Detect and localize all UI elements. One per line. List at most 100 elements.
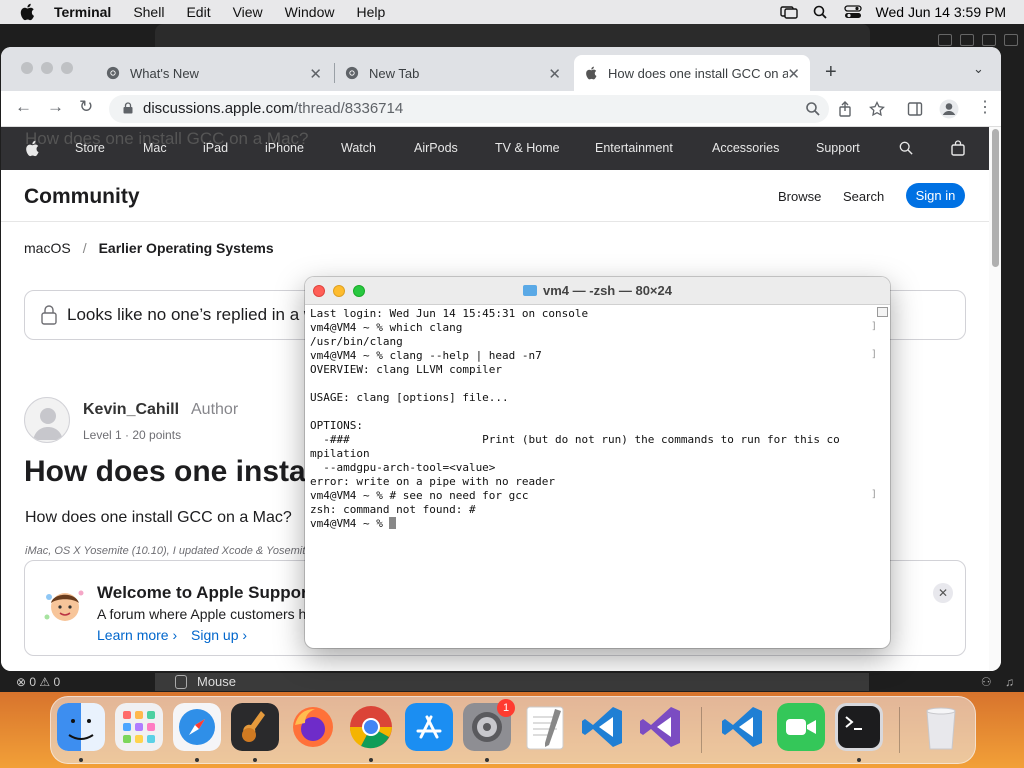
tab-search-button[interactable]: ⌄	[973, 61, 984, 77]
breadcrumb: macOS / Earlier Operating Systems	[24, 240, 274, 256]
background-mouse-tab[interactable]: Mouse	[155, 673, 869, 691]
menu-edit[interactable]: Edit	[186, 4, 210, 20]
zoom-search-icon[interactable]	[805, 101, 821, 117]
facetime-icon[interactable]	[777, 703, 825, 751]
window-minimize-button[interactable]	[41, 62, 53, 74]
nav-airpods[interactable]: AirPods	[414, 141, 458, 155]
garageband-icon[interactable]	[231, 703, 279, 751]
share-icon[interactable]	[837, 101, 853, 117]
dock-separator	[701, 707, 702, 753]
terminal-line: /usr/bin/clang	[310, 335, 403, 348]
launchpad-icon[interactable]	[115, 703, 163, 751]
chrome-favicon-icon	[345, 66, 359, 80]
nav-ipad[interactable]: iPad	[203, 141, 228, 155]
nav-support[interactable]: Support	[816, 141, 860, 155]
running-indicator	[253, 758, 257, 762]
url-text: discussions.apple.com/thread/8336714	[143, 100, 403, 117]
terminal-output[interactable]: Last login: Wed Jun 14 15:45:31 on conso…	[310, 307, 870, 645]
nav-watch[interactable]: Watch	[341, 141, 376, 155]
safari-icon[interactable]	[173, 703, 221, 751]
tab-gcc-thread[interactable]: How does one install GCC on a ✕	[574, 55, 810, 91]
tab-close-icon[interactable]: ✕	[309, 65, 322, 83]
vscode-recent-icon[interactable]	[719, 703, 767, 751]
menu-app-terminal[interactable]: Terminal	[54, 4, 111, 20]
terminal-title: vm4 — -zsh — 80×24	[305, 283, 890, 298]
page-scrollbar[interactable]	[989, 127, 1001, 671]
profile-avatar-icon[interactable]	[939, 99, 959, 119]
terminal-icon[interactable]	[835, 703, 883, 751]
reload-icon[interactable]: ↻	[79, 97, 93, 117]
lock-icon[interactable]	[123, 102, 133, 114]
window-close-button[interactable]	[21, 62, 33, 74]
spotlight-search-icon[interactable]	[812, 5, 830, 19]
kebab-menu-icon[interactable]: ⋮	[977, 97, 993, 117]
shopping-bag-icon[interactable]	[951, 140, 965, 156]
back-arrow-icon[interactable]: ←	[15, 97, 32, 117]
chrome-favicon-icon	[106, 66, 120, 80]
nav-iphone[interactable]: iPhone	[265, 141, 304, 155]
layout-icon[interactable]	[960, 34, 974, 46]
question-meta: iMac, OS X Yosemite (10.10), I updated X…	[25, 545, 312, 557]
layout-icon[interactable]	[1004, 34, 1018, 46]
nav-store[interactable]: Store	[75, 141, 105, 155]
author-name[interactable]: Kevin_Cahill	[83, 401, 179, 419]
app-store-icon[interactable]	[405, 703, 453, 751]
apple-logo-icon[interactable]	[18, 3, 36, 21]
account-icon[interactable]: ⚇	[981, 675, 992, 689]
terminal-titlebar[interactable]: vm4 — -zsh — 80×24	[305, 277, 890, 305]
sign-up-link[interactable]: Sign up ›	[191, 627, 247, 643]
search-link[interactable]: Search	[843, 189, 884, 204]
vscode-icon[interactable]	[579, 703, 627, 751]
line-mark: ]	[871, 349, 878, 360]
terminal-line: mpilation	[310, 447, 370, 460]
menu-window[interactable]: Window	[285, 4, 335, 20]
browse-link[interactable]: Browse	[778, 189, 821, 204]
nav-tv-home[interactable]: TV & Home	[495, 141, 560, 155]
community-title[interactable]: Community	[24, 185, 140, 209]
firefox-icon[interactable]	[289, 703, 337, 751]
editor-status-icons: ⚇ ♫	[981, 672, 1014, 692]
tab-whats-new[interactable]: What's New ✕	[96, 55, 332, 91]
bookmark-star-icon[interactable]	[869, 101, 885, 117]
textedit-icon[interactable]	[521, 703, 569, 751]
tab-close-icon[interactable]: ✕	[548, 65, 561, 83]
sign-in-button[interactable]: Sign in	[906, 183, 965, 208]
window-zoom-button[interactable]	[61, 62, 73, 74]
chrome-icon[interactable]	[347, 703, 395, 751]
nav-entertainment[interactable]: Entertainment	[595, 141, 673, 155]
author-avatar[interactable]	[24, 397, 70, 443]
breadcrumb-macos[interactable]: macOS	[24, 240, 71, 256]
forward-arrow-icon[interactable]: →	[47, 97, 64, 117]
side-panel-icon[interactable]	[907, 101, 923, 117]
menu-bar-extras: Wed Jun 14 3:59 PM	[779, 0, 1006, 24]
tab-new-tab[interactable]: New Tab ✕	[335, 55, 571, 91]
bell-icon[interactable]: ♫	[1005, 675, 1014, 689]
nav-accessories[interactable]: Accessories	[712, 141, 779, 155]
apple-nav-logo-icon[interactable]	[25, 140, 39, 157]
breadcrumb-earlier-os[interactable]: Earlier Operating Systems	[99, 240, 274, 256]
tab-title: How does one install GCC on a	[608, 65, 788, 81]
trash-icon[interactable]	[917, 703, 965, 751]
scrollbar-thumb[interactable]	[992, 129, 999, 267]
menu-help[interactable]: Help	[356, 4, 385, 20]
layout-icon[interactable]	[938, 34, 952, 46]
menu-shell[interactable]: Shell	[133, 4, 164, 20]
control-center-icon[interactable]	[843, 5, 862, 19]
terminal-window[interactable]: vm4 — -zsh — 80×24 Last login: Wed Jun 1…	[305, 277, 890, 648]
finder-icon[interactable]	[57, 703, 105, 751]
menu-clock[interactable]: Wed Jun 14 3:59 PM	[876, 4, 1006, 20]
nav-search-icon[interactable]	[899, 141, 913, 155]
screen-mirroring-icon[interactable]	[779, 5, 798, 19]
terminal-line: vm4@VM4 ~ % which clang	[310, 321, 463, 334]
close-icon[interactable]: ✕	[933, 583, 953, 603]
address-bar[interactable]: discussions.apple.com/thread/8336714	[109, 95, 829, 123]
menu-view[interactable]: View	[233, 4, 263, 20]
terminal-lines: Last login: Wed Jun 14 15:45:31 on conso…	[310, 307, 840, 516]
layout-icon[interactable]	[982, 34, 996, 46]
visual-studio-icon[interactable]	[637, 703, 685, 751]
learn-more-link[interactable]: Learn more ›	[97, 627, 177, 643]
tab-close-icon[interactable]: ✕	[787, 65, 800, 83]
nav-mac[interactable]: Mac	[143, 141, 167, 155]
new-tab-button[interactable]: +	[825, 61, 837, 84]
terminal-scroll-button[interactable]	[877, 307, 888, 317]
